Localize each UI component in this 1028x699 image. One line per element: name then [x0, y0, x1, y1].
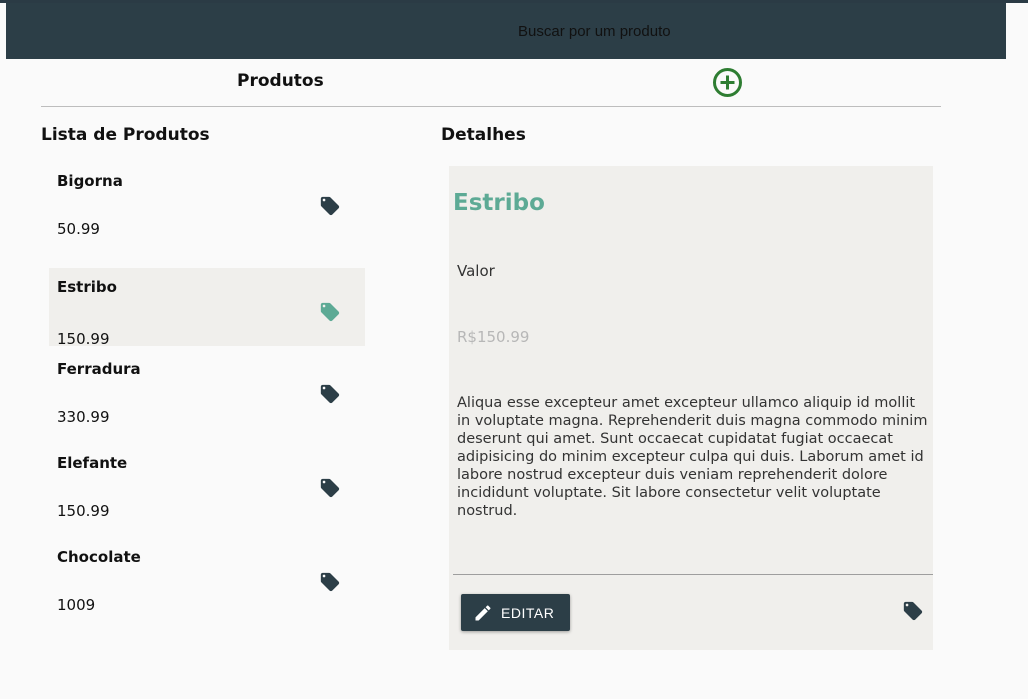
product-list-item[interactable]: Elefante 150.99: [49, 444, 365, 522]
page-title: Produtos: [237, 71, 324, 91]
product-price: 150.99: [57, 502, 110, 520]
product-list-item[interactable]: Chocolate 1009: [49, 538, 365, 616]
product-list-title: Lista de Produtos: [41, 125, 210, 145]
product-list-item[interactable]: Bigorna 50.99: [49, 162, 365, 240]
detail-value-label: Valor: [457, 262, 495, 280]
product-name: Bigorna: [57, 172, 123, 190]
product-price: 330.99: [57, 408, 110, 426]
product-name: Elefante: [57, 454, 128, 472]
tag-icon[interactable]: [319, 477, 341, 499]
product-name: Estribo: [57, 278, 117, 296]
detail-price: R$150.99: [457, 328, 530, 346]
tag-icon[interactable]: [319, 195, 341, 217]
card-divider: [453, 574, 933, 575]
product-name: Chocolate: [57, 548, 141, 566]
product-list-item-selected[interactable]: Estribo 150.99: [49, 268, 365, 348]
edit-button-label: EDITAR: [501, 604, 555, 621]
tag-icon[interactable]: [319, 383, 341, 405]
product-name: Ferradura: [57, 360, 141, 378]
edit-button[interactable]: EDITAR: [461, 594, 570, 631]
product-price: 1009: [57, 596, 96, 614]
product-list-item[interactable]: Ferradura 330.99: [49, 350, 365, 428]
add-circle-icon: [713, 68, 742, 97]
details-card: Estribo Valor R$150.99 Aliqua esse excep…: [449, 166, 933, 650]
product-price: 150.99: [57, 330, 110, 348]
tag-icon[interactable]: [902, 600, 924, 622]
tag-icon[interactable]: [319, 571, 341, 593]
pencil-icon: [475, 604, 491, 620]
product-price: 50.99: [57, 220, 100, 238]
search-input[interactable]: [506, 3, 1006, 59]
add-product-button[interactable]: [712, 67, 743, 98]
detail-description: Aliqua esse excepteur amet excepteur ull…: [457, 395, 928, 519]
details-title: Detalhes: [441, 125, 526, 145]
tag-icon[interactable]: [319, 301, 341, 323]
header-divider: [41, 106, 941, 107]
detail-product-name: Estribo: [453, 190, 545, 216]
